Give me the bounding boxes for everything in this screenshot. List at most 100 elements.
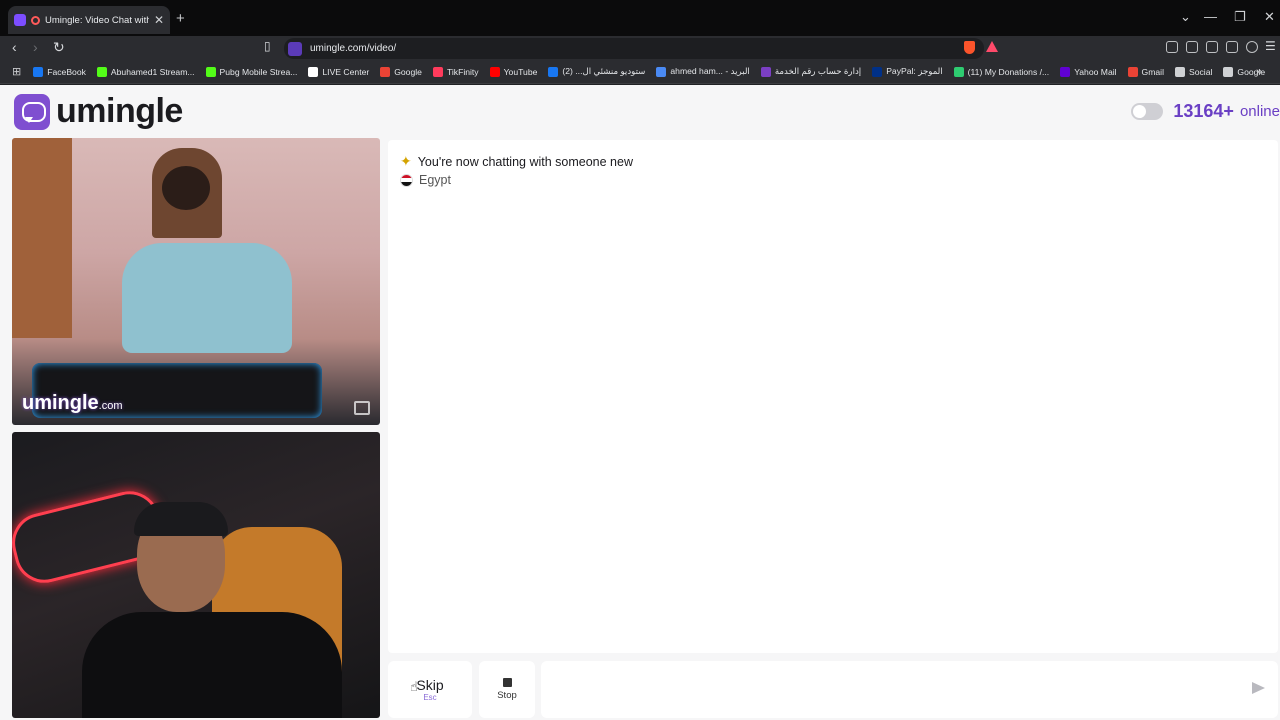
bookmark-item[interactable]: YouTube — [489, 66, 538, 77]
bookmark-label: PayPal: الموجز — [886, 66, 943, 76]
bookmark-item[interactable]: ستوديو منشئي ال... (2) — [548, 66, 645, 77]
site-info-icon[interactable] — [288, 41, 302, 56]
bookmark-favicon-icon — [953, 66, 964, 77]
skip-button[interactable]: Skip Esc — [388, 661, 472, 718]
extensions-icon[interactable] — [1166, 41, 1178, 53]
send-icon[interactable] — [1252, 682, 1265, 694]
bookmark-favicon-icon — [656, 66, 667, 77]
bookmark-item[interactable]: Yahoo Mail — [1060, 66, 1117, 77]
bookmark-favicon-icon — [548, 66, 559, 77]
wardrobe-shape — [12, 138, 72, 338]
browser-tab-umingle[interactable]: Umingle: Video Chat with Stra ✕ — [8, 6, 170, 34]
bookmark-item[interactable]: FaceBook — [33, 66, 86, 77]
bookmark-item[interactable]: PayPal: الموجز — [872, 66, 943, 77]
stranger-video: umingle.com — [12, 138, 380, 425]
brave-rewards-icon[interactable] — [986, 41, 998, 52]
bookmark-label: إدارة حساب رقم الخدمة — [774, 66, 862, 76]
umingle-favicon-icon — [14, 14, 26, 26]
reload-icon[interactable]: ↻ — [53, 39, 65, 56]
more-bookmarks-icon[interactable]: » — [1256, 66, 1262, 78]
stop-label: Stop — [497, 690, 517, 701]
address-url: umingle.com/video/ — [310, 43, 397, 54]
bookmark-item[interactable]: Social — [1175, 66, 1213, 77]
bookmark-favicon-icon — [205, 66, 216, 77]
sidebar-icon[interactable] — [1186, 41, 1198, 53]
bookmark-item[interactable]: إدارة حساب رقم الخدمة — [760, 66, 862, 77]
bookmark-icon[interactable]: ▯ — [264, 39, 271, 53]
logo-text: umingle — [56, 92, 183, 130]
new-tab-button[interactable]: + — [176, 10, 185, 27]
self-video — [12, 432, 380, 718]
bookmark-favicon-icon — [33, 66, 44, 77]
vpn-icon[interactable] — [1246, 41, 1258, 53]
brave-shields-icon[interactable] — [964, 41, 975, 54]
forward-arrow-icon[interactable]: › — [33, 39, 38, 55]
bookmark-label: Abuhamed1 Stream... — [110, 66, 195, 77]
restore-button[interactable]: ❐ — [1234, 9, 1246, 25]
bookmark-favicon-icon — [96, 66, 107, 77]
bookmark-favicon-icon — [489, 66, 500, 77]
minimize-button[interactable]: — — [1204, 9, 1217, 24]
bookmark-item[interactable]: (11) My Donations /... — [953, 66, 1050, 77]
chat-bubble-logo-icon — [14, 93, 50, 130]
bookmark-label: YouTube — [503, 66, 538, 77]
bookmark-favicon-icon — [432, 66, 443, 77]
menu-icon[interactable]: ☰ — [1265, 39, 1276, 53]
bookmark-item[interactable]: Google — [380, 66, 422, 77]
online-count: 13164+ — [1173, 101, 1234, 121]
address-bar[interactable]: umingle.com/video/ — [284, 38, 984, 59]
hand-cursor-icon: ☝ — [410, 679, 418, 694]
bookmark-label: ستوديو منشئي ال... (2) — [562, 66, 646, 76]
cap-shape — [134, 502, 228, 536]
country-name: Egypt — [419, 173, 451, 187]
bookmark-favicon-icon — [760, 66, 771, 77]
close-tab-icon[interactable]: ✕ — [154, 13, 164, 27]
tab-title: Umingle: Video Chat with Stra — [45, 14, 149, 26]
message-input[interactable] — [541, 661, 1278, 718]
stranger-country: Egypt — [400, 173, 451, 187]
person-shirt-shape — [122, 243, 292, 353]
stop-button[interactable]: Stop — [479, 661, 535, 718]
bookmark-label: Gmail — [1141, 66, 1164, 77]
bookmark-label: Yahoo Mail — [1074, 66, 1117, 77]
bookmark-item[interactable]: Abuhamed1 Stream... — [96, 66, 195, 77]
skip-label: Skip — [416, 677, 444, 693]
bookmark-item[interactable]: ahmed ham... - البريد — [656, 66, 750, 77]
dark-mode-toggle[interactable] — [1131, 103, 1164, 120]
bookmark-label: TikFinity — [446, 66, 479, 77]
umingle-watermark: umingle.com — [22, 392, 123, 414]
bookmark-item[interactable]: LIVE Center — [308, 66, 370, 77]
online-indicator: 13164+ online — [1131, 101, 1280, 122]
bookmark-item[interactable]: TikFinity — [432, 66, 479, 77]
leo-ai-icon[interactable] — [1226, 41, 1238, 53]
person-head-shape — [162, 166, 210, 210]
site-logo[interactable]: umingle — [14, 92, 183, 131]
bookmark-favicon-icon — [380, 66, 391, 77]
browser-toolbar: ‹ › ↻ ▯ umingle.com/video/ ☰ — [0, 36, 1280, 60]
back-arrow-icon[interactable]: ‹ — [12, 39, 17, 55]
bookmark-label: Social — [1189, 66, 1213, 77]
bookmark-label: ahmed ham... - البريد — [670, 66, 750, 76]
report-flag-icon[interactable] — [354, 401, 370, 415]
system-message-text: You're now chatting with someone new — [417, 154, 633, 169]
close-window-button[interactable]: ✕ — [1264, 9, 1275, 25]
wallet-icon[interactable] — [1206, 41, 1218, 53]
sparkle-icon: ✦ — [400, 153, 412, 169]
person-body-shape — [82, 612, 342, 718]
bookmark-favicon-icon — [1127, 66, 1138, 77]
bookmark-label: Google — [394, 66, 422, 77]
tab-search-chevron-icon[interactable]: ⌄ — [1180, 9, 1191, 25]
recording-indicator-icon — [31, 15, 40, 25]
bookmarks-bar: ⊞ FaceBook Abuhamed1 Stream... Pubg Mobile… — [0, 60, 1280, 84]
bookmark-favicon-icon — [1175, 66, 1185, 77]
bookmark-item[interactable]: Gmail — [1127, 66, 1164, 77]
umingle-page: umingle 13164+ online umingle.com ✦ You'… — [0, 85, 1280, 720]
apps-grid-icon[interactable]: ⊞ — [12, 65, 21, 78]
bookmark-label: FaceBook — [47, 66, 86, 77]
bookmark-label: (11) My Donations /... — [967, 66, 1050, 77]
chat-panel: ✦ You're now chatting with someone new E… — [388, 140, 1278, 653]
bookmark-label: LIVE Center — [322, 66, 370, 77]
bookmark-favicon-icon — [1060, 66, 1071, 77]
bookmark-item[interactable]: Pubg Mobile Strea... — [205, 66, 297, 77]
online-label: online — [1239, 103, 1280, 120]
